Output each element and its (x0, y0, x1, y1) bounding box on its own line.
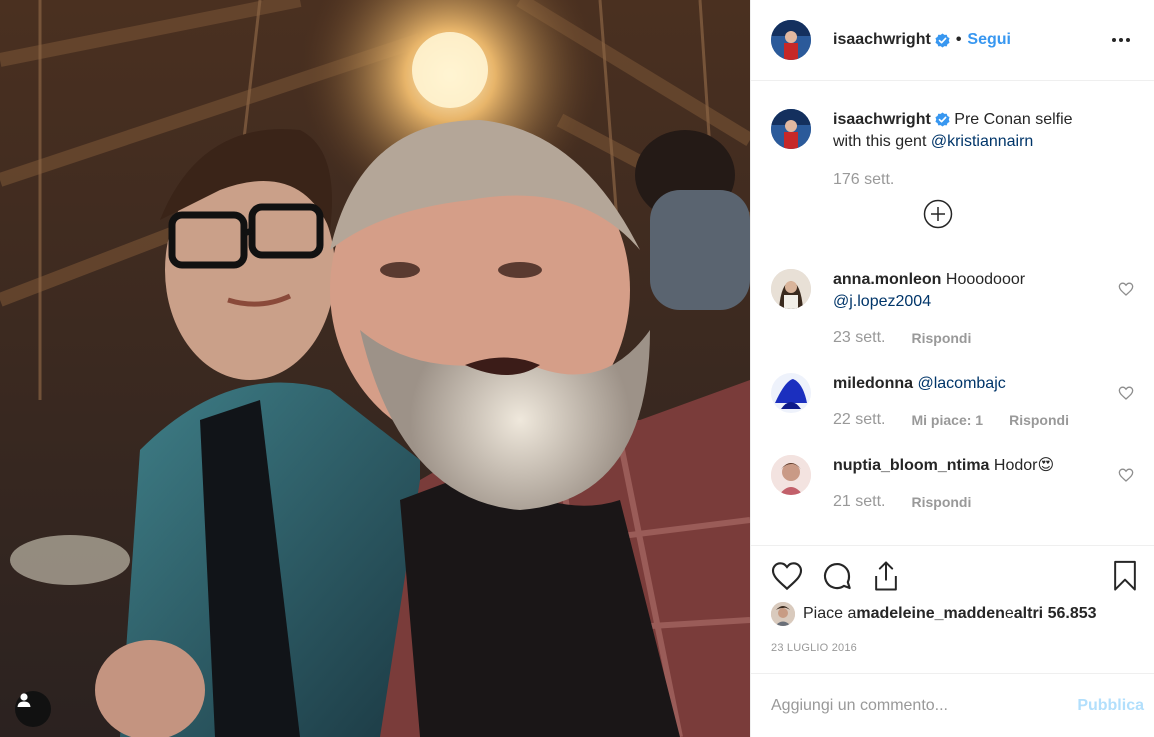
caption-meta: 176 sett. (833, 171, 1104, 189)
verified-badge-icon (935, 112, 950, 127)
share-upload-icon[interactable] (871, 560, 901, 592)
avatar-image (771, 373, 811, 413)
avatar-image (771, 455, 811, 495)
caption: isaachwright Pre Conan selfie with this … (771, 109, 1134, 229)
action-icons (771, 560, 1138, 592)
comment-text: miledonna @lacombajc (833, 373, 1104, 395)
commenter-avatar[interactable] (771, 373, 811, 413)
author-username[interactable]: isaachwright (833, 31, 931, 49)
avatar-image (771, 602, 795, 626)
comment-message: Hodor (993, 457, 1038, 474)
liker-username[interactable]: madeleine_madden (856, 605, 1005, 623)
publish-button[interactable]: Pubblica (1067, 697, 1154, 715)
comment-item: miledonna @lacombajc 22 sett. Mi piace: … (771, 373, 1134, 429)
avatar-image (771, 269, 811, 309)
comment-meta: 23 sett. Rispondi (833, 329, 1104, 347)
commenter-avatar[interactable] (771, 455, 811, 495)
avatar-image (771, 20, 811, 60)
reply-button[interactable]: Rispondi (911, 494, 971, 510)
comment-mention[interactable]: @lacombajc (917, 375, 1005, 392)
likes-others-count[interactable]: altri 56.853 (1014, 605, 1097, 623)
post-header: isaachwright • Segui (751, 0, 1154, 81)
post-date[interactable]: 23 LUGLIO 2016 (771, 642, 1138, 654)
comment-like-heart-icon[interactable] (1118, 467, 1134, 483)
plus-circle-icon (923, 199, 953, 229)
comment-item: anna.monleon Hooodooor @j.lopez2004 23 s… (771, 269, 1134, 347)
caption-mention[interactable]: @kristiannairn (931, 133, 1034, 150)
comment-message: Hooodooor (945, 271, 1026, 288)
reply-button[interactable]: Rispondi (911, 330, 971, 346)
post-photo[interactable] (0, 0, 750, 737)
selfie-photo (0, 0, 750, 737)
separator-dot: • (955, 31, 962, 48)
save-bookmark-icon[interactable] (1112, 560, 1138, 592)
comment-username[interactable]: anna.monleon (833, 271, 941, 288)
comment-username[interactable]: nuptia_bloom_ntima (833, 457, 989, 474)
likes-summary: Piace a madeleine_madden e altri 56.853 (771, 602, 1138, 626)
verified-badge-icon (935, 32, 950, 48)
comment-input[interactable] (771, 696, 1068, 715)
add-comment-bar: Pubblica (751, 673, 1154, 737)
likes-middle: e (1004, 605, 1014, 622)
comment-mention[interactable]: @j.lopez2004 (833, 293, 931, 310)
follow-button[interactable]: Segui (967, 31, 1011, 49)
comment-text: anna.monleon Hooodooor @j.lopez2004 (833, 269, 1104, 313)
caption-body: isaachwright Pre Conan selfie with this … (833, 109, 1134, 229)
caption-username[interactable]: isaachwright (833, 111, 931, 128)
comment-meta: 21 sett. Rispondi (833, 493, 1104, 511)
caption-timestamp[interactable]: 176 sett. (833, 171, 894, 189)
commenter-avatar[interactable] (771, 269, 811, 309)
author-avatar[interactable] (771, 20, 811, 60)
reply-button[interactable]: Rispondi (1009, 412, 1069, 428)
user-icon (17, 693, 31, 707)
caption-text: isaachwright Pre Conan selfie with this … (833, 109, 1104, 153)
like-heart-icon[interactable] (771, 561, 803, 591)
likes-prefix: Piace a (803, 605, 857, 622)
comment-body: anna.monleon Hooodooor @j.lopez2004 23 s… (833, 269, 1134, 347)
avatar-image (771, 109, 811, 149)
comment-timestamp[interactable]: 21 sett. (833, 493, 885, 511)
comment-likes-count[interactable]: Mi piace: 1 (911, 412, 983, 428)
comments-list[interactable]: isaachwright Pre Conan selfie with this … (751, 81, 1154, 545)
comment-item: nuptia_bloom_ntima Hodor😍 21 sett. Rispo… (771, 455, 1134, 511)
load-more-comments-icon[interactable] (923, 199, 953, 229)
comment-meta: 22 sett. Mi piace: 1 Rispondi (833, 411, 1104, 429)
comment-like-heart-icon[interactable] (1118, 281, 1134, 297)
author-info: isaachwright • Segui (833, 31, 1011, 49)
comment-username[interactable]: miledonna (833, 375, 913, 392)
comment-body: nuptia_bloom_ntima Hodor😍 21 sett. Rispo… (833, 455, 1134, 511)
more-options-icon[interactable] (1108, 34, 1134, 46)
comment-timestamp[interactable]: 23 sett. (833, 329, 885, 347)
liker-avatar[interactable] (771, 602, 795, 626)
comment-body: miledonna @lacombajc 22 sett. Mi piace: … (833, 373, 1134, 429)
post-side-panel: isaachwright • Segui isaachwright Pre Co… (750, 0, 1154, 737)
comment-like-heart-icon[interactable] (1118, 385, 1134, 401)
tagged-users-button[interactable] (15, 691, 51, 727)
heart-eyes-emoji-icon: 😍 (1037, 457, 1055, 474)
comment-text: nuptia_bloom_ntima Hodor😍 (833, 455, 1104, 477)
comment-bubble-icon[interactable] (821, 560, 853, 592)
instagram-post-modal: isaachwright • Segui isaachwright Pre Co… (0, 0, 1154, 737)
caption-author-avatar[interactable] (771, 109, 811, 149)
comment-timestamp[interactable]: 22 sett. (833, 411, 885, 429)
post-actions: Piace a madeleine_madden e altri 56.853 … (751, 545, 1154, 673)
